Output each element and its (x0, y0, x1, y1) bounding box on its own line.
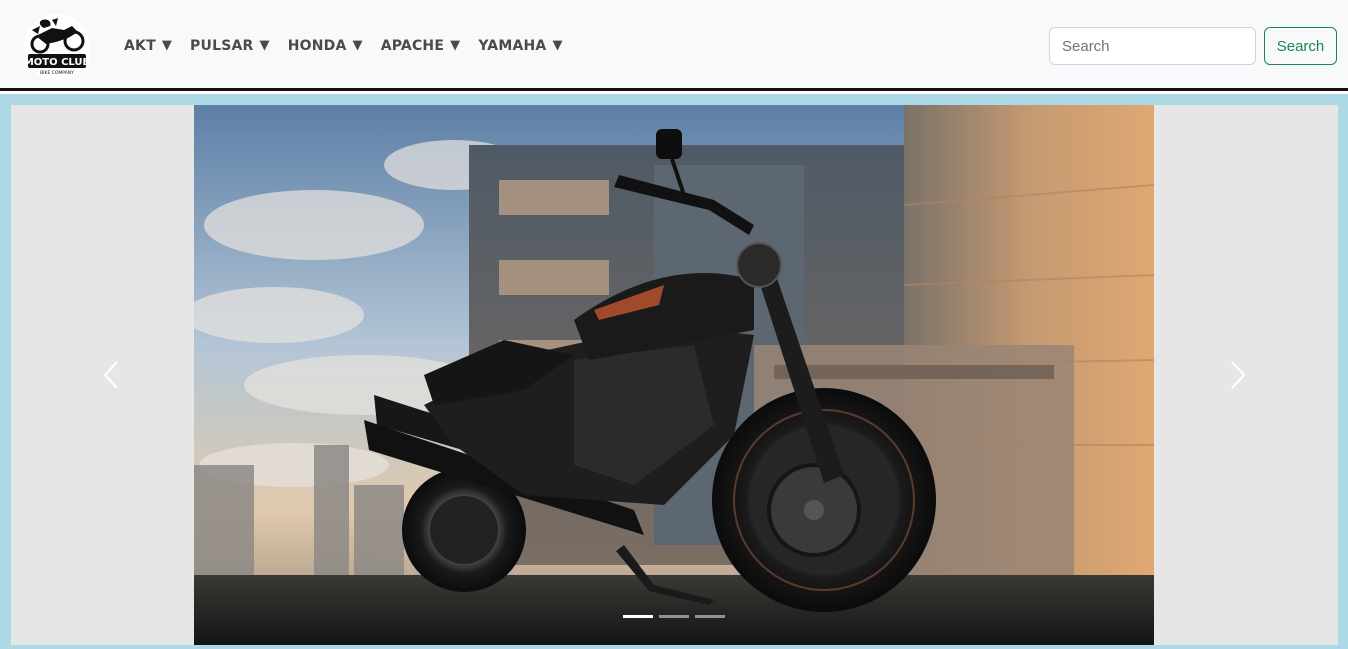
logo-text: MOTO CLUB (24, 57, 90, 68)
menu-item-label: AKT (124, 37, 156, 54)
menu-item-label: HONDA (287, 37, 347, 54)
menu-item-pulsar[interactable]: PULSAR ▼ (190, 38, 270, 54)
menu-item-yamaha[interactable]: YAMAHA ▼ (478, 38, 562, 54)
carousel-prev-button[interactable] (91, 355, 131, 395)
motorcycle-slide-image (194, 105, 1154, 645)
logo-subtext: BIKE COMPANY (40, 70, 74, 76)
menu-item-apache[interactable]: APACHE ▼ (381, 38, 461, 54)
menu-item-honda[interactable]: HONDA ▼ (288, 38, 363, 54)
chevron-right-icon (1231, 361, 1246, 389)
caret-down-icon: ▼ (450, 38, 461, 53)
caret-down-icon: ▼ (552, 38, 563, 53)
menu-item-label: APACHE (380, 37, 445, 54)
navbar: MOTO CLUB BIKE COMPANY AKT ▼ PULSAR ▼ HO… (0, 0, 1348, 91)
carousel-indicator-2[interactable] (659, 615, 689, 618)
hero-carousel (0, 94, 1348, 649)
brand-logo[interactable]: MOTO CLUB BIKE COMPANY (22, 14, 92, 80)
menu-item-label: PULSAR (190, 37, 254, 54)
carousel-next-button[interactable] (1218, 355, 1258, 395)
caret-down-icon: ▼ (352, 38, 363, 53)
search-button[interactable]: Search (1264, 27, 1337, 65)
carousel-indicators (623, 615, 725, 618)
menu-item-akt[interactable]: AKT ▼ (124, 38, 172, 54)
carousel-indicator-1[interactable] (623, 615, 653, 618)
carousel-indicator-3[interactable] (695, 615, 725, 618)
search-input[interactable] (1049, 27, 1256, 65)
carousel-inner (11, 105, 1338, 645)
caret-down-icon: ▼ (161, 38, 173, 53)
menu-item-label: YAMAHA (478, 37, 547, 54)
caret-down-icon: ▼ (259, 38, 270, 53)
main-menu: AKT ▼ PULSAR ▼ HONDA ▼ APACHE ▼ YAMAHA ▼ (124, 0, 581, 91)
chevron-left-icon (103, 361, 118, 389)
